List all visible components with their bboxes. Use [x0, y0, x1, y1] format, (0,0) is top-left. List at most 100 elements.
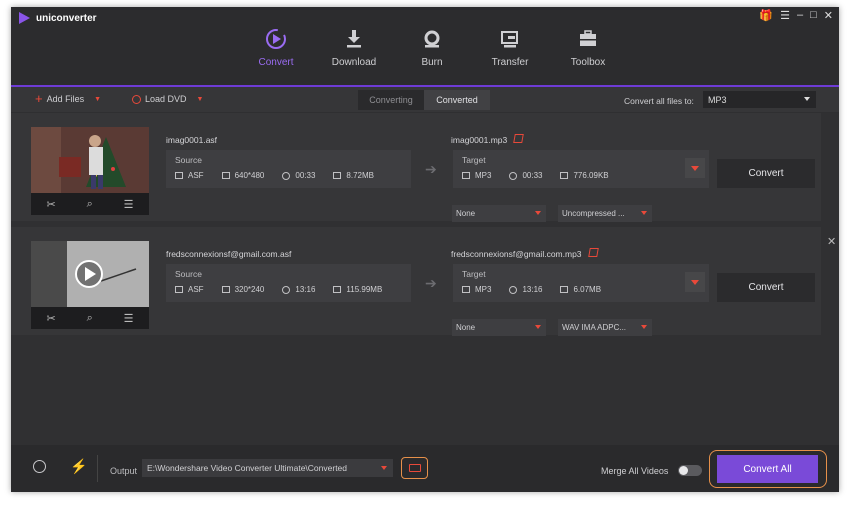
target-format-dropdown[interactable]	[685, 272, 705, 292]
target-title: Target	[462, 269, 486, 279]
audio-select[interactable]: Uncompressed ...	[558, 205, 652, 222]
tab-converting[interactable]: Converting	[358, 90, 424, 110]
minimize-icon[interactable]: –	[797, 9, 803, 22]
scissors-icon[interactable]: ✂	[46, 198, 55, 211]
video-thumbnail[interactable]: ✂ ⌕ ☰	[31, 241, 149, 329]
load-dvd-label: Load DVD	[145, 94, 187, 104]
crop-icon[interactable]: ⌕	[87, 312, 93, 325]
file-list: ✂ ⌕ ☰ imag0001.asf Source ASF 640*480 00…	[11, 113, 839, 445]
arrow-right-icon: ➔	[425, 161, 437, 177]
subtitle-value: None	[456, 323, 476, 332]
chevron-down-icon	[641, 325, 647, 329]
merge-label: Merge All Videos	[601, 466, 669, 476]
remove-file-icon[interactable]: ✕	[827, 235, 836, 248]
target-format: MP3	[475, 171, 492, 180]
target-info: Target MP3 13:16 6.07MB	[453, 264, 709, 302]
convert-all-button[interactable]: Convert All	[717, 455, 818, 483]
close-icon[interactable]: ✕	[824, 9, 833, 22]
nav-toolbox[interactable]: Toolbox	[549, 7, 627, 85]
nav-download[interactable]: Download	[315, 7, 393, 85]
output-path-value: E:\Wondershare Video Converter Ultimate\…	[147, 463, 348, 473]
main-nav: Convert Download Burn Transfer Toolbox	[237, 7, 627, 85]
clock-icon	[282, 285, 291, 294]
edit-icon[interactable]	[588, 248, 599, 257]
file-row: ✂ ⌕ ☰ fredsconnexionsf@gmail.com.asf Sou…	[11, 227, 821, 336]
target-size: 776.09KB	[573, 171, 609, 180]
edit-icon[interactable]	[513, 134, 524, 143]
sliders-icon[interactable]: ☰	[124, 312, 134, 325]
sliders-icon[interactable]: ☰	[124, 198, 134, 211]
subtitle-select[interactable]: None	[452, 319, 546, 336]
source-title: Source	[175, 155, 202, 165]
transfer-icon	[501, 31, 518, 48]
nav-label: Download	[331, 57, 377, 68]
app-window: uniconverter 🎁 ☰ – □ ✕ Convert Download …	[11, 7, 839, 492]
convert-button[interactable]: Convert	[717, 159, 815, 188]
source-duration: 00:33	[295, 171, 316, 180]
thumbnail-image	[31, 241, 149, 307]
chevron-down-icon[interactable]: ▼	[197, 96, 204, 103]
nav-transfer[interactable]: Transfer	[471, 7, 549, 85]
source-info: Source ASF 640*480 00:33 8.72MB	[166, 150, 411, 188]
folder-icon	[333, 172, 342, 179]
lightning-icon[interactable]: ⚡	[70, 458, 87, 475]
convert-button[interactable]: Convert	[717, 273, 815, 302]
gift-icon[interactable]: 🎁	[759, 9, 773, 22]
window-controls: 🎁 ☰ – □ ✕	[759, 9, 833, 22]
target-info: Target MP3 00:33 776.09KB	[453, 150, 709, 188]
app-name: uniconverter	[36, 12, 97, 24]
download-icon	[347, 30, 361, 48]
nav-burn[interactable]: Burn	[393, 7, 471, 85]
toolbar: + Add Files ▼ Load DVD ▼ Converting Conv…	[11, 87, 839, 112]
thumbnail-image	[31, 127, 149, 193]
maximize-icon[interactable]: □	[810, 9, 817, 22]
plus-icon: +	[35, 91, 43, 106]
chevron-down-icon	[641, 211, 647, 215]
source-file-name: fredsconnexionsf@gmail.com.asf	[166, 249, 292, 259]
source-duration: 13:16	[295, 285, 316, 294]
source-size: 8.72MB	[346, 171, 374, 180]
target-format: MP3	[475, 285, 492, 294]
open-folder-button[interactable]	[401, 457, 428, 479]
output-path-select[interactable]: E:\Wondershare Video Converter Ultimate\…	[142, 459, 393, 477]
crop-icon[interactable]: ⌕	[87, 198, 93, 211]
film-icon	[462, 172, 470, 179]
thumbnail-tools: ✂ ⌕ ☰	[31, 195, 149, 213]
merge-toggle[interactable]	[678, 465, 702, 476]
convert-all-format-select[interactable]: MP3	[703, 91, 816, 108]
clock-icon	[509, 171, 518, 180]
target-format-dropdown[interactable]	[685, 158, 705, 178]
target-duration: 00:33	[522, 171, 543, 180]
source-info: Source ASF 320*240 13:16 115.99MB	[166, 264, 411, 302]
nav-convert[interactable]: Convert	[237, 7, 315, 85]
audio-select[interactable]: WAV IMA ADPC...	[558, 319, 652, 336]
chevron-down-icon[interactable]: ▼	[94, 96, 101, 103]
thumbnail-tools: ✂ ⌕ ☰	[31, 309, 149, 327]
folder-icon	[560, 172, 569, 179]
resolution-icon	[221, 286, 230, 293]
video-thumbnail[interactable]: ✂ ⌕ ☰	[31, 127, 149, 215]
scissors-icon[interactable]: ✂	[46, 312, 55, 325]
film-icon	[175, 172, 183, 179]
source-resolution: 320*240	[234, 285, 265, 294]
logo-icon	[19, 12, 30, 24]
clock-icon	[509, 285, 518, 294]
toolbox-icon	[580, 30, 596, 46]
source-format: ASF	[188, 285, 204, 294]
film-icon	[462, 286, 470, 293]
nav-label: Transfer	[491, 57, 529, 68]
status-tabs: Converting Converted	[358, 90, 490, 110]
menu-icon[interactable]: ☰	[780, 9, 790, 22]
subtitle-select[interactable]: None	[452, 205, 546, 222]
app-logo: uniconverter	[19, 12, 97, 24]
film-icon	[175, 286, 183, 293]
load-dvd-button[interactable]: Load DVD ▼	[132, 94, 203, 104]
dvd-icon	[132, 94, 141, 104]
alarm-icon[interactable]	[33, 460, 46, 473]
tab-converted[interactable]: Converted	[424, 90, 490, 110]
chevron-down-icon	[381, 466, 387, 470]
chevron-down-icon	[804, 97, 810, 101]
add-files-button[interactable]: + Add Files ▼	[35, 91, 101, 106]
folder-icon	[408, 464, 421, 472]
source-resolution: 640*480	[234, 171, 265, 180]
